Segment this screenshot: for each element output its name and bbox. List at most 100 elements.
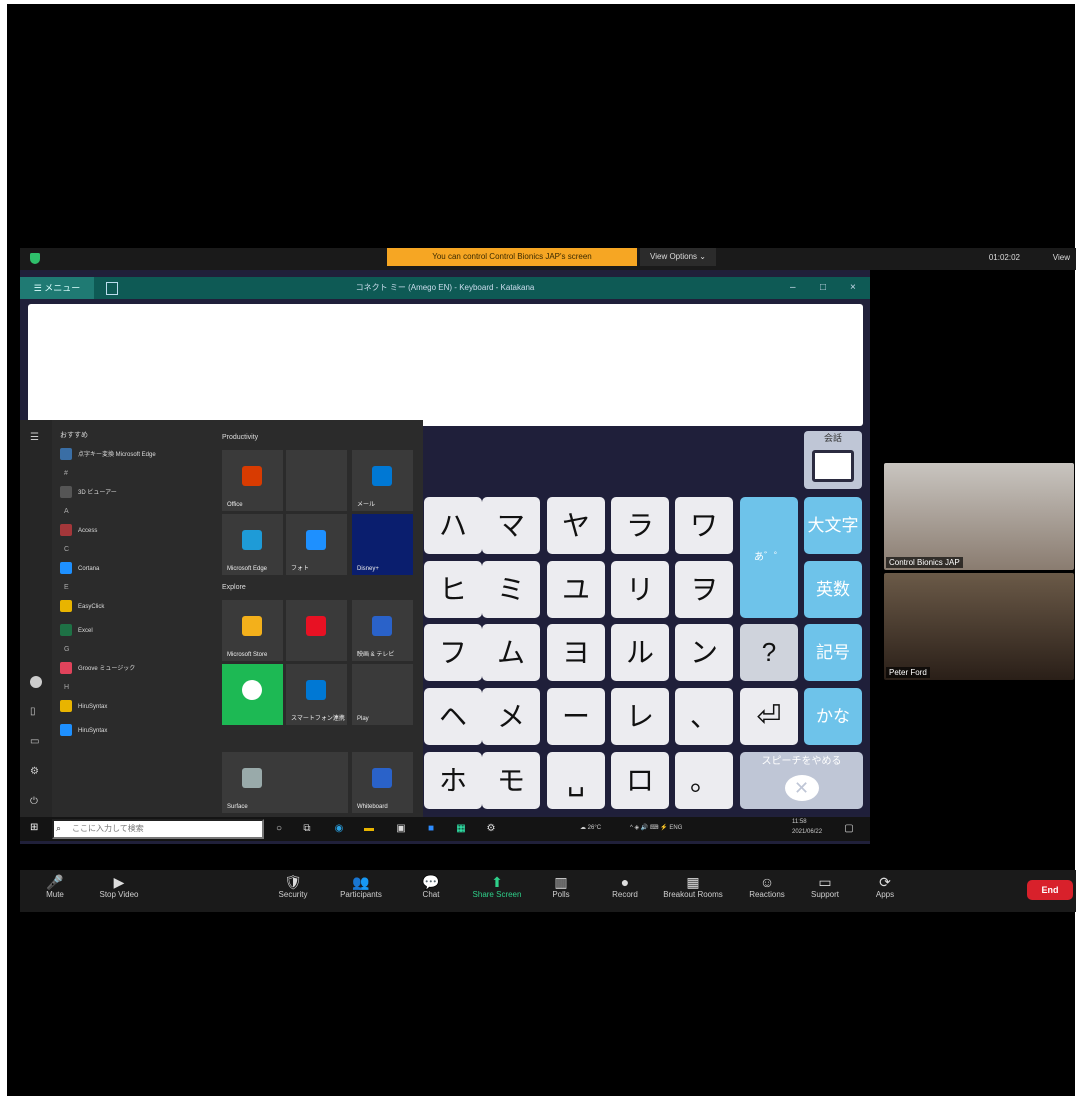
kana-key[interactable]: ワ bbox=[675, 497, 733, 554]
mute-button[interactable]: 🎤 Mute bbox=[20, 874, 90, 899]
alphanumeric-key[interactable]: 英数 bbox=[804, 561, 862, 618]
file-explorer-icon[interactable]: ▬ bbox=[362, 822, 376, 836]
close-button[interactable]: × bbox=[850, 277, 856, 299]
kana-key[interactable]: ロ bbox=[611, 752, 669, 809]
stop-video-button[interactable]: ▶ Stop Video bbox=[84, 874, 154, 899]
app-list-item[interactable]: Cortana bbox=[60, 560, 210, 578]
kana-key[interactable]: ミ bbox=[482, 561, 540, 618]
task-view-icon[interactable]: ⧉ bbox=[300, 822, 314, 836]
start-tile[interactable] bbox=[286, 450, 347, 511]
settings-icon[interactable]: ⚙ bbox=[30, 766, 42, 778]
participant-video[interactable]: Peter Ford bbox=[884, 573, 1074, 680]
view-options-button[interactable]: View Options ⌄ bbox=[640, 248, 716, 266]
kana-key[interactable]: メ bbox=[482, 688, 540, 745]
app-list-item[interactable]: 点字キー変換 Microsoft Edge bbox=[60, 446, 210, 464]
minimize-button[interactable]: – bbox=[790, 277, 796, 299]
kana-key[interactable]: ハ bbox=[424, 497, 482, 554]
participant-video[interactable]: Control Bionics JAP bbox=[884, 463, 1074, 570]
weather-indicator[interactable]: ☁ 26°C bbox=[580, 824, 601, 831]
windows-start-icon[interactable]: ⊞ bbox=[30, 823, 40, 833]
app-list-item[interactable]: Access bbox=[60, 522, 210, 540]
app-list-letter[interactable]: H bbox=[64, 684, 69, 691]
kana-key[interactable]: ヘ bbox=[424, 688, 482, 745]
kana-key[interactable]: ␣ bbox=[547, 752, 605, 809]
edge-icon[interactable]: ◉ bbox=[332, 822, 346, 836]
kana-key[interactable]: モ bbox=[482, 752, 540, 809]
kana-key[interactable]: ム bbox=[482, 624, 540, 681]
taskbar-search-input[interactable] bbox=[52, 819, 264, 839]
share-screen-button[interactable]: ⬆ Share Screen bbox=[462, 874, 532, 899]
kana-key[interactable]: ル bbox=[611, 624, 669, 681]
kana-key[interactable]: リ bbox=[611, 561, 669, 618]
cortana-icon[interactable]: ○ bbox=[272, 822, 286, 836]
security-button[interactable]: 🛡 Security bbox=[258, 874, 328, 899]
start-tile[interactable] bbox=[222, 664, 283, 725]
app-list-item[interactable]: 3D ビューアー bbox=[60, 484, 210, 502]
kana-key[interactable]: 、 bbox=[675, 688, 733, 745]
picture-icon[interactable]: ▭ bbox=[30, 736, 42, 748]
start-tile[interactable]: Whiteboard bbox=[352, 752, 413, 813]
start-tile[interactable]: メール bbox=[352, 450, 413, 511]
app-list-letter[interactable]: C bbox=[64, 546, 69, 553]
shield-icon[interactable] bbox=[30, 253, 40, 264]
kana-key[interactable]: ヨ bbox=[547, 624, 605, 681]
app-list-item[interactable]: Groove ミュージック bbox=[60, 660, 210, 678]
start-tile[interactable]: Disney+ bbox=[352, 514, 413, 575]
kana-key[interactable]: レ bbox=[611, 688, 669, 745]
start-tile[interactable]: 映画 & テレビ bbox=[352, 600, 413, 661]
start-tile[interactable]: Surface bbox=[222, 752, 348, 813]
message-text-area[interactable] bbox=[28, 304, 863, 426]
enter-key[interactable]: ⏎ bbox=[740, 688, 798, 745]
shared-screen[interactable]: ☰ メニュー コネクト ミー (Amego EN) - Keyboard - K… bbox=[20, 270, 870, 844]
hamburger-icon[interactable]: ☰ bbox=[30, 432, 42, 444]
start-tile[interactable]: Play bbox=[352, 664, 413, 725]
stop-speech-button[interactable]: スピーチをやめる ✕ bbox=[740, 752, 863, 809]
uppercase-key[interactable]: 大文字 bbox=[804, 497, 862, 554]
app-list-letter[interactable]: E bbox=[64, 584, 69, 591]
view-button[interactable]: View bbox=[1053, 253, 1070, 262]
app-list-letter[interactable]: # bbox=[64, 470, 68, 477]
app-list-item[interactable]: HiruSyntax bbox=[60, 698, 210, 716]
kana-key[interactable]: ヲ bbox=[675, 561, 733, 618]
start-tile[interactable]: フォト bbox=[286, 514, 347, 575]
app-list-letter[interactable]: G bbox=[64, 646, 69, 653]
participants-button[interactable]: 👥 Participants bbox=[326, 874, 396, 899]
kana-key[interactable]: 。 bbox=[675, 752, 733, 809]
maximize-button[interactable]: □ bbox=[820, 277, 826, 299]
kana-key[interactable]: ヤ bbox=[547, 497, 605, 554]
question-key[interactable]: ? bbox=[740, 624, 798, 681]
start-tile[interactable]: Microsoft Edge bbox=[222, 514, 283, 575]
settings-icon[interactable]: ⚙ bbox=[484, 822, 498, 836]
app-list-letter[interactable]: A bbox=[64, 508, 69, 515]
apps-button[interactable]: ⟳ Apps bbox=[850, 874, 920, 899]
start-tile[interactable]: スマートフォン連携 bbox=[286, 664, 347, 725]
record-button[interactable]: ● Record bbox=[590, 874, 660, 899]
system-tray-icons[interactable]: ^ ◈ 🔊 ⌨ ⚡ ENG bbox=[630, 824, 682, 831]
polls-button[interactable]: ▥ Polls bbox=[526, 874, 596, 899]
kana-key[interactable]: ヒ bbox=[424, 561, 482, 618]
small-kana-key[interactable]: あ゛゜ bbox=[740, 497, 798, 618]
power-icon[interactable]: ⏻ bbox=[30, 796, 42, 808]
kana-key[interactable]: ホ bbox=[424, 752, 482, 809]
app-list-item[interactable]: Excel bbox=[60, 622, 210, 640]
kana-key[interactable]: かな bbox=[804, 688, 862, 745]
notification-icon[interactable]: ▢ bbox=[842, 822, 856, 836]
document-icon[interactable]: ▯ bbox=[30, 706, 42, 718]
kana-key[interactable]: ユ bbox=[547, 561, 605, 618]
app-list-item[interactable]: HiruSyntax bbox=[60, 722, 210, 740]
kana-key[interactable]: ラ bbox=[611, 497, 669, 554]
zoom-icon[interactable]: ■ bbox=[424, 822, 438, 836]
kana-key[interactable]: フ bbox=[424, 624, 482, 681]
clock-time[interactable]: 11:58 bbox=[792, 819, 807, 825]
avatar[interactable] bbox=[30, 676, 42, 688]
kana-key[interactable]: マ bbox=[482, 497, 540, 554]
conversation-button[interactable]: 会話 bbox=[804, 431, 862, 489]
breakout-rooms-button[interactable]: ▦ Breakout Rooms bbox=[658, 874, 728, 899]
start-tile[interactable] bbox=[286, 600, 347, 661]
app-list-item[interactable]: EasyClick bbox=[60, 598, 210, 616]
kana-key[interactable]: ン bbox=[675, 624, 733, 681]
symbol-key[interactable]: 記号 bbox=[804, 624, 862, 681]
end-meeting-button[interactable]: End bbox=[1027, 880, 1073, 900]
start-tile[interactable]: Office bbox=[222, 450, 283, 511]
start-tile[interactable]: Microsoft Store bbox=[222, 600, 283, 661]
